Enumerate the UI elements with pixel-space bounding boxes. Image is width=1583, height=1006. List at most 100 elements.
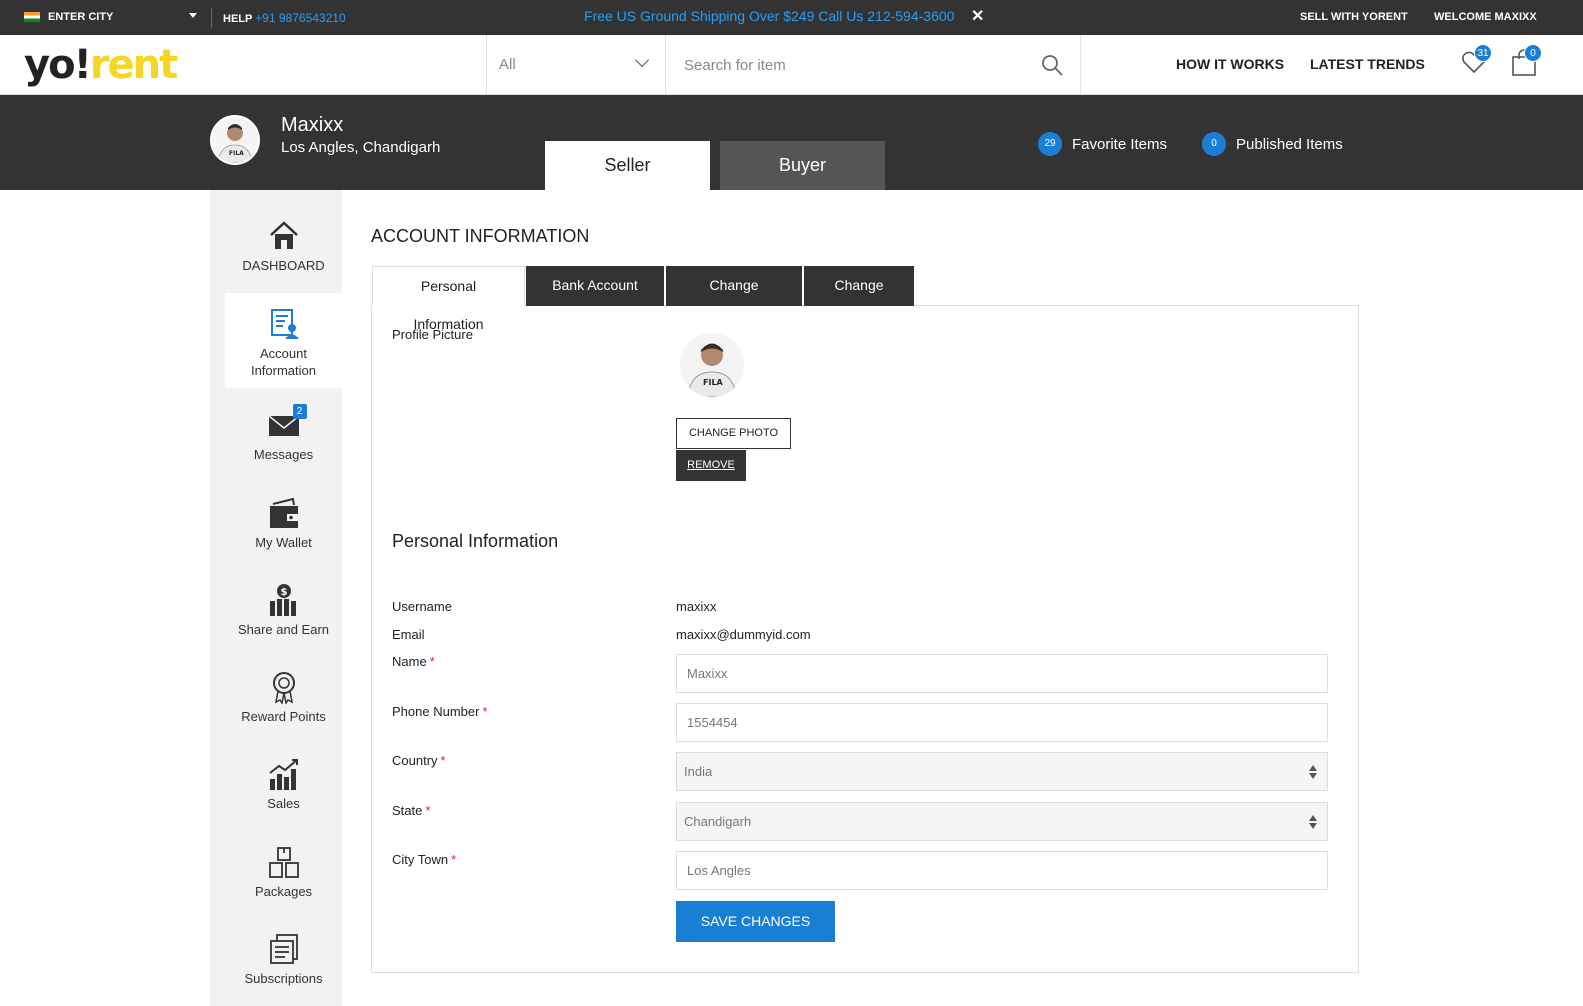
svg-text:FILA: FILA xyxy=(703,378,724,387)
state-select[interactable]: Chandigarh xyxy=(676,802,1328,841)
profile-location: Los Angles, Chandigarh xyxy=(281,139,441,156)
share-earn-icon: $ xyxy=(267,583,301,617)
sidebar-item-label: Sales xyxy=(267,796,300,811)
category-select-value: All xyxy=(499,56,516,73)
email-label: Email xyxy=(392,627,425,642)
india-flag-icon xyxy=(24,12,40,22)
home-icon xyxy=(267,219,301,253)
logo-rent: rent xyxy=(89,42,178,88)
profile-name: Maxixx xyxy=(281,114,344,136)
phone-label-text: Phone Number xyxy=(392,704,480,719)
sidebar-item-label: Packages xyxy=(254,884,313,899)
tab-personal-information[interactable]: Personal Information xyxy=(372,266,525,332)
state-label: State * xyxy=(392,803,430,818)
state-label-text: State xyxy=(392,803,423,818)
name-field[interactable]: Maxixx xyxy=(676,654,1328,693)
sidebar-item-label: My Wallet xyxy=(255,535,312,550)
account-icon xyxy=(267,307,301,341)
required-marker: * xyxy=(429,654,435,669)
save-changes-button[interactable]: SAVE CHANGES xyxy=(676,901,835,942)
city-town-field[interactable]: Los Angles xyxy=(676,851,1328,890)
username-value: maxixx xyxy=(676,599,717,614)
sidebar-item-subscriptions[interactable]: Subscriptions xyxy=(225,932,342,992)
username-label: Username xyxy=(392,599,452,614)
sidebar-item-messages[interactable]: 2 Messages xyxy=(225,404,342,468)
cart-button[interactable]: 0 xyxy=(1510,44,1542,83)
user-avatar-icon: FILA xyxy=(212,117,258,163)
country-label: Country * xyxy=(392,753,446,768)
required-marker: * xyxy=(482,704,488,719)
tab-seller[interactable]: Seller xyxy=(545,141,710,190)
change-photo-button[interactable]: CHANGE PHOTO xyxy=(676,418,791,449)
svg-text:$: $ xyxy=(280,587,287,598)
required-marker: * xyxy=(451,852,457,867)
published-items-stat[interactable]: 0 Published Items xyxy=(1202,132,1343,156)
favorite-items-count: 29 xyxy=(1038,132,1062,156)
divider xyxy=(211,8,212,28)
award-icon xyxy=(267,670,301,705)
published-items-count: 0 xyxy=(1202,132,1226,156)
help-info: HELP +91 9876543210 xyxy=(223,11,346,25)
promo-close-icon[interactable]: ✕ xyxy=(971,6,984,26)
promo-banner-text: Free US Ground Shipping Over $249 Call U… xyxy=(584,8,955,24)
select-arrows-icon xyxy=(1309,815,1317,829)
wallet-icon xyxy=(267,496,301,530)
sell-with-yorent-link[interactable]: SELL WITH YORENT xyxy=(1300,11,1408,23)
favorites-button[interactable]: 31 xyxy=(1460,44,1492,81)
sidebar-item-label: Share and Earn xyxy=(237,622,330,637)
email-value: maxixx@dummyid.com xyxy=(676,627,811,642)
favorite-items-label: Favorite Items xyxy=(1072,135,1168,153)
tab-bank-account-info[interactable]: Bank Account Info xyxy=(526,266,664,331)
tab-change-password[interactable]: Change Password xyxy=(666,266,802,331)
city-selector[interactable]: ENTER CITY xyxy=(24,11,113,23)
tab-change-email[interactable]: Change Email xyxy=(804,266,914,331)
state-select-value: Chandigarh xyxy=(684,814,752,829)
sidebar-item-dashboard[interactable]: DASHBOARD xyxy=(225,219,342,279)
logo-yo: yo xyxy=(24,42,76,88)
sidebar-item-reward-points[interactable]: Reward Points xyxy=(225,670,342,730)
chevron-down-icon xyxy=(634,52,650,68)
phone-field[interactable]: 1554454 xyxy=(676,703,1328,742)
how-it-works-link[interactable]: HOW IT WORKS xyxy=(1176,56,1284,72)
personal-information-heading: Personal Information xyxy=(392,531,559,551)
welcome-user-menu[interactable]: WELCOME MAXIXX xyxy=(1434,11,1537,23)
sidebar-item-packages[interactable]: Packages xyxy=(225,845,342,905)
favorite-items-stat[interactable]: 29 Favorite Items xyxy=(1038,132,1167,156)
remove-photo-button[interactable]: REMOVE xyxy=(676,450,746,481)
sidebar-item-sales[interactable]: Sales xyxy=(225,757,342,817)
messages-count-badge: 2 xyxy=(292,404,307,419)
city-selector-label: ENTER CITY xyxy=(48,11,114,23)
city-town-label: City Town * xyxy=(392,852,456,867)
favorites-count-badge: 31 xyxy=(1474,44,1492,62)
page-title: ACCOUNT INFORMATION xyxy=(371,226,590,246)
search-input[interactable] xyxy=(684,53,1024,77)
top-bar: ENTER CITY HELP +91 9876543210 Free US G… xyxy=(0,0,1583,35)
search-icon[interactable] xyxy=(1040,53,1064,82)
sidebar-item-account-information[interactable]: Account Information xyxy=(225,293,342,388)
phone-label: Phone Number * xyxy=(392,704,488,719)
sidebar-item-my-wallet[interactable]: My Wallet xyxy=(225,496,342,556)
country-select[interactable]: India xyxy=(676,752,1328,791)
subscriptions-icon xyxy=(267,932,301,966)
published-items-label: Published Items xyxy=(1236,135,1343,153)
city-town-label-text: City Town xyxy=(392,852,449,867)
envelope-icon: 2 xyxy=(267,404,307,442)
name-label: Name * xyxy=(392,654,435,669)
sidebar-item-share-and-earn[interactable]: $ Share and Earn xyxy=(225,583,342,643)
sidebar-item-label: Subscriptions xyxy=(244,971,323,986)
help-phone-link[interactable]: +91 9876543210 xyxy=(255,11,345,25)
logo-bang: ! xyxy=(73,42,92,88)
city-dropdown-caret-icon[interactable] xyxy=(189,13,197,18)
yorent-logo[interactable]: yo!rent xyxy=(24,42,178,88)
sidebar-item-label: DASHBOARD xyxy=(242,258,325,273)
tab-buyer[interactable]: Buyer xyxy=(720,141,885,190)
category-select[interactable]: All xyxy=(486,35,666,95)
country-select-value: India xyxy=(684,764,713,779)
svg-text:FILA: FILA xyxy=(229,150,244,157)
required-marker: * xyxy=(425,803,431,818)
sidebar-item-label: Reward Points xyxy=(241,709,326,724)
latest-trends-link[interactable]: LATEST TRENDS xyxy=(1310,56,1425,72)
main-header: yo!rent All HOW IT WORKS LATEST TRENDS 3… xyxy=(0,35,1583,95)
user-photo-icon: FILA xyxy=(680,333,744,397)
search-box xyxy=(666,35,1081,95)
